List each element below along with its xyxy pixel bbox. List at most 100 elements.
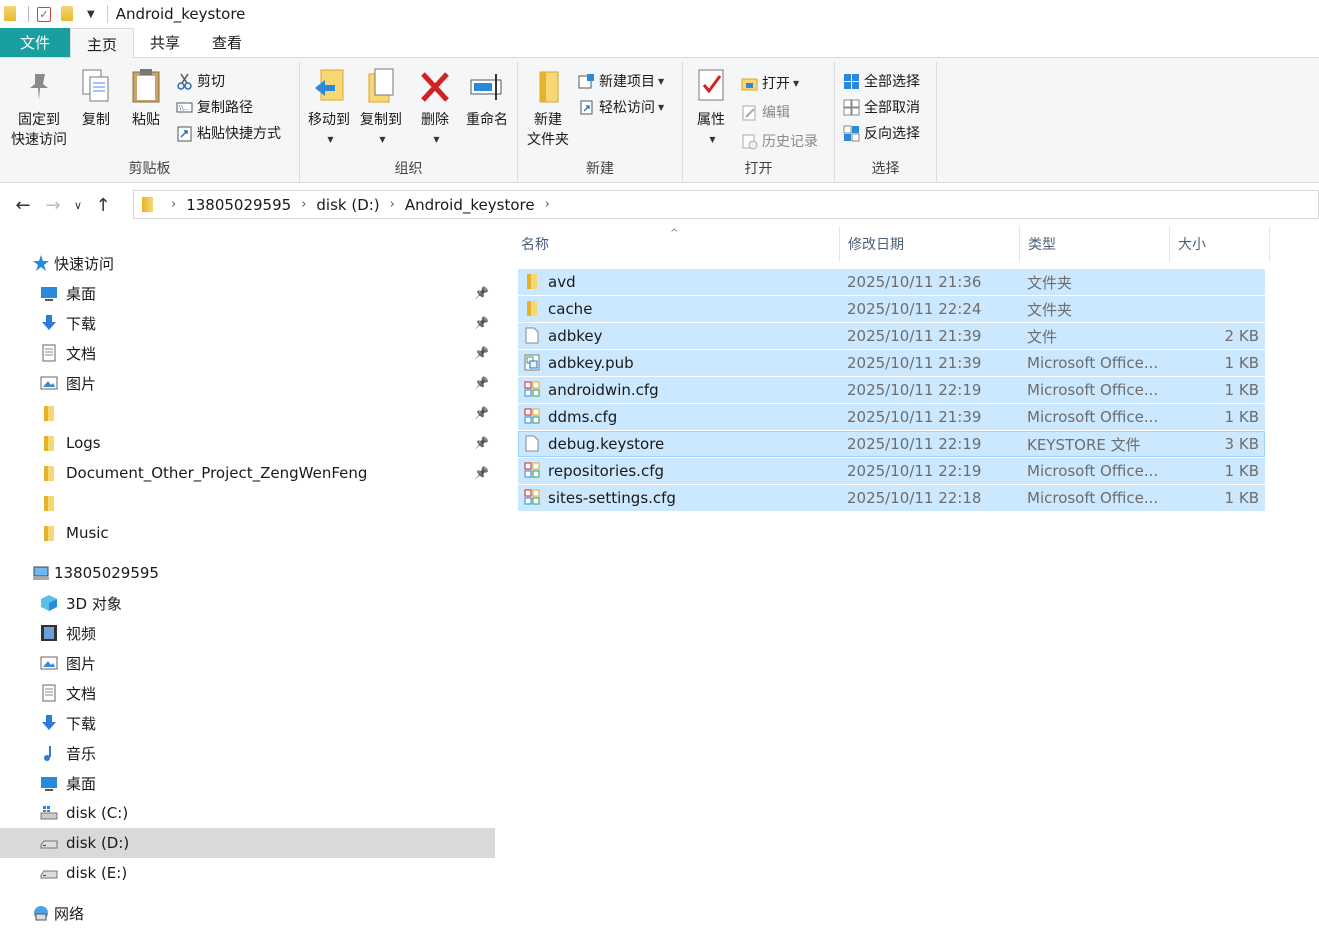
sidebar-pc-item[interactable]: 视频 <box>0 618 495 648</box>
new-group: 新建 文件夹 新建项目 ▼ 轻松访问 ▼ 新建 <box>518 62 683 182</box>
tab-file[interactable]: 文件 <box>0 28 70 57</box>
recent-locations-chevron-icon[interactable]: ∨ <box>68 199 88 212</box>
chevron-down-icon: ▼ <box>433 135 440 144</box>
chevron-down-icon: ▼ <box>793 78 800 88</box>
breadcrumb-disk-d[interactable]: disk (D:) <box>316 196 379 214</box>
open-button[interactable]: 打开 ▼ <box>741 72 799 94</box>
sidebar-item-label: Logs <box>66 434 101 452</box>
column-header-type[interactable]: 类型 <box>1020 226 1170 262</box>
sidebar-item-quick-access[interactable]: 快速访问 <box>0 248 495 278</box>
chevron-right-icon[interactable]: › <box>171 197 176 212</box>
file-row[interactable]: avd 2025/10/11 21:36 文件夹 <box>518 269 1265 295</box>
rename-button[interactable]: 重命名 <box>462 66 512 130</box>
tab-view[interactable]: 查看 <box>196 28 258 57</box>
sidebar-pc-item[interactable]: disk (C:) <box>0 798 495 828</box>
desktop-icon <box>40 284 58 302</box>
new-folder-quick-access-icon[interactable] <box>61 6 77 22</box>
file-row[interactable]: cache 2025/10/11 22:24 文件夹 <box>518 296 1265 322</box>
up-arrow-icon[interactable]: ↑ <box>88 195 118 216</box>
tab-share[interactable]: 共享 <box>134 28 196 57</box>
sidebar-quick-item[interactable]: 下载 📌 <box>0 308 495 338</box>
sidebar-quick-item[interactable]: 文档 📌 <box>0 338 495 368</box>
sidebar-quick-item[interactable]: 📌 <box>0 398 495 428</box>
file-size: 1 KB <box>1224 381 1259 399</box>
chevron-right-icon[interactable]: › <box>545 197 550 212</box>
sidebar-pc-item[interactable]: 文档 <box>0 678 495 708</box>
sidebar-quick-item[interactable]: 桌面 📌 <box>0 278 495 308</box>
copy-to-button[interactable]: 复制到 ▼ <box>356 66 406 150</box>
tab-home[interactable]: 主页 <box>70 28 135 59</box>
column-header-modified[interactable]: 修改日期 <box>840 226 1020 262</box>
sidebar-item-label: 3D 对象 <box>66 594 122 613</box>
address-bar[interactable]: › 13805029595 › disk (D:) › Android_keys… <box>133 190 1319 219</box>
select-group-label: 选择 <box>871 161 900 177</box>
file-row[interactable]: sites-settings.cfg 2025/10/11 22:18 Micros… <box>518 485 1265 511</box>
file-row[interactable]: androidwin.cfg 2025/10/11 22:19 Microsoft … <box>518 377 1265 403</box>
sidebar-quick-item[interactable]: Music <box>0 518 495 548</box>
breadcrumb-android-keystore[interactable]: Android_keystore <box>405 196 535 214</box>
sidebar-item-network[interactable]: 网络 <box>0 898 495 928</box>
file-type: 文件 <box>1027 327 1058 346</box>
chevron-down-icon: ▼ <box>709 135 716 144</box>
pin-icon: 📌 <box>474 286 489 300</box>
video-icon <box>40 624 58 642</box>
customize-toolbar-chevron-icon[interactable]: ▼ <box>87 9 95 20</box>
copy-to-icon <box>363 66 399 106</box>
sidebar-item-label: 桌面 <box>66 774 97 793</box>
history-button[interactable]: 历史记录 <box>741 130 818 152</box>
sidebar-quick-item[interactable] <box>0 488 495 518</box>
file-size: 2 KB <box>1224 327 1259 345</box>
sidebar-item-this-pc[interactable]: 13805029595 <box>0 558 495 588</box>
sidebar-pc-item[interactable]: 3D 对象 <box>0 588 495 618</box>
file-row[interactable]: adbkey.pub 2025/10/11 21:39 Microsoft Offi… <box>518 350 1265 376</box>
new-folder-button[interactable]: 新建 文件夹 <box>524 66 572 150</box>
edit-button[interactable]: 编辑 <box>741 101 790 123</box>
copy-button[interactable]: 复制 <box>76 66 116 130</box>
select-all-button[interactable]: 全部选择 <box>843 70 920 92</box>
paste-shortcut-button[interactable]: 粘贴快捷方式 <box>176 122 281 144</box>
pin-to-quick-access-button[interactable]: 固定到 快速访问 <box>6 66 72 150</box>
file-row[interactable]: repositories.cfg 2025/10/11 22:19 Microsof… <box>518 458 1265 484</box>
forward-arrow-icon[interactable]: → <box>38 195 68 216</box>
clipboard-group-label: 剪贴板 <box>128 161 171 177</box>
file-size: 1 KB <box>1224 489 1259 507</box>
chevron-right-icon[interactable]: › <box>390 197 395 212</box>
copy-path-button[interactable]: \\.. 复制路径 <box>176 96 253 118</box>
select-all-icon <box>843 73 860 90</box>
sidebar-quick-item[interactable]: Document_Other_Project_ZengWenFeng 📌 <box>0 458 495 488</box>
cut-button[interactable]: 剪切 <box>176 70 225 92</box>
select-none-button[interactable]: 全部取消 <box>843 96 920 118</box>
pub-file-icon <box>524 354 540 371</box>
properties-quick-access-icon[interactable]: ✓ <box>37 6 51 22</box>
sidebar-item-label: 文档 <box>66 344 97 363</box>
sidebar-pc-item[interactable]: 桌面 <box>0 768 495 798</box>
sidebar-quick-item[interactable]: 图片 📌 <box>0 368 495 398</box>
invert-selection-button[interactable]: 反向选择 <box>843 122 920 144</box>
music-icon <box>40 744 58 762</box>
delete-button[interactable]: 删除 ▼ <box>414 66 456 150</box>
sidebar-item-label: 音乐 <box>66 744 97 763</box>
sidebar-pc-item[interactable]: 下载 <box>0 708 495 738</box>
sidebar-pc-item[interactable]: disk (E:) <box>0 858 495 888</box>
breadcrumb-this-pc[interactable]: 13805029595 <box>186 196 291 214</box>
sidebar-pc-item[interactable]: disk (D:) <box>0 828 495 858</box>
sidebar-pc-item[interactable]: 图片 <box>0 648 495 678</box>
file-type: Microsoft Office... <box>1027 489 1159 507</box>
sidebar-quick-item[interactable]: Logs 📌 <box>0 428 495 458</box>
paste-button[interactable]: 粘贴 <box>126 66 166 130</box>
easy-access-button[interactable]: 轻松访问 ▼ <box>578 96 664 118</box>
move-to-button[interactable]: 移动到 ▼ <box>304 66 354 150</box>
file-row[interactable]: adbkey 2025/10/11 21:39 文件 2 KB <box>518 323 1265 349</box>
new-item-button[interactable]: 新建项目 ▼ <box>578 70 664 92</box>
file-row[interactable]: debug.keystore 2025/10/11 22:19 KEYSTORE 文… <box>518 431 1265 457</box>
edit-icon <box>741 104 758 121</box>
chevron-right-icon[interactable]: › <box>301 197 306 212</box>
file-type: 文件夹 <box>1027 273 1073 292</box>
sidebar-pc-item[interactable]: 音乐 <box>0 738 495 768</box>
column-header-size[interactable]: 大小 <box>1170 226 1270 262</box>
file-date: 2025/10/11 21:39 <box>847 408 982 426</box>
properties-button[interactable]: 属性 ▼ <box>691 66 731 150</box>
scissors-icon <box>176 73 193 90</box>
back-arrow-icon[interactable]: ← <box>8 195 38 216</box>
file-row[interactable]: ddms.cfg 2025/10/11 21:39 Microsoft Office… <box>518 404 1265 430</box>
